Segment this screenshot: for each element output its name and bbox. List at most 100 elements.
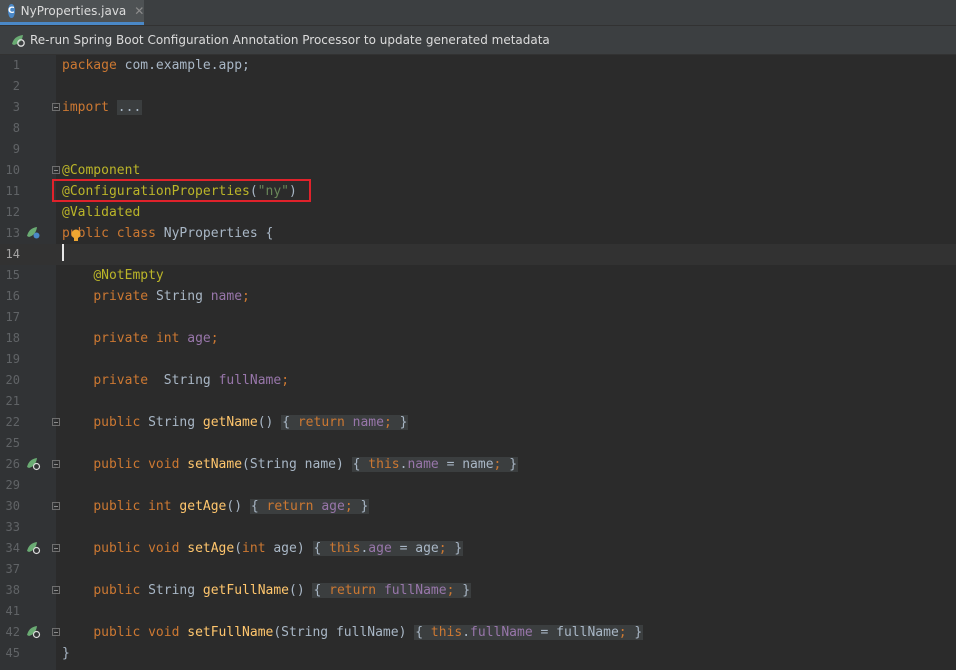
line-number: 20 — [5, 373, 20, 387]
line-number: 38 — [5, 583, 20, 597]
line-number: 2 — [12, 79, 20, 93]
folded-method-body[interactable]: { this.fullName = fullName; } — [414, 625, 644, 640]
code-line[interactable]: 20 private String fullName; — [0, 370, 956, 391]
code-text: public String getFullName() { return ful… — [93, 583, 472, 598]
code-text: public void setFullName(String fullName)… — [93, 625, 644, 640]
code-line[interactable]: 41 — [0, 601, 956, 622]
editor-tab-bar: C NyProperties.java ✕ — [0, 0, 956, 26]
code-line[interactable]: 15 @NotEmpty — [0, 265, 956, 286]
folded-method-body[interactable]: { this.age = age; } — [312, 541, 464, 556]
line-number: 41 — [5, 604, 20, 618]
line-number: 37 — [5, 562, 20, 576]
line-number: 12 — [5, 205, 20, 219]
line-number: 33 — [5, 520, 20, 534]
code-text: public class NyProperties { — [62, 226, 274, 241]
line-number: 17 — [5, 310, 20, 324]
banner-message[interactable]: Re-run Spring Boot Configuration Annotat… — [30, 33, 550, 47]
fold-toggle-icon[interactable] — [52, 544, 60, 552]
line-number: 22 — [5, 415, 20, 429]
line-number: 18 — [5, 331, 20, 345]
fold-toggle-icon[interactable] — [52, 103, 60, 111]
spring-run-icon[interactable] — [10, 33, 26, 47]
code-line[interactable]: 13 public class NyProperties { — [0, 223, 956, 244]
code-text: public String getName() { return name; } — [93, 415, 409, 430]
code-line[interactable]: 3 import ... — [0, 97, 956, 118]
fold-toggle-icon[interactable] — [52, 460, 60, 468]
spring-property-icon[interactable] — [26, 457, 42, 471]
close-icon[interactable]: ✕ — [134, 4, 144, 18]
folded-method-body[interactable]: { this.name = name; } — [351, 457, 519, 472]
code-line[interactable]: 18 private int age; — [0, 328, 956, 349]
line-number: 19 — [5, 352, 20, 366]
line-number: 1 — [12, 58, 20, 72]
folded-method-body[interactable]: { return name; } — [281, 415, 409, 430]
line-number: 25 — [5, 436, 20, 450]
fold-toggle-icon[interactable] — [52, 502, 60, 510]
line-number: 26 — [5, 457, 20, 471]
line-number: 16 — [5, 289, 20, 303]
fold-toggle-icon[interactable] — [52, 166, 60, 174]
code-line[interactable]: 19 — [0, 349, 956, 370]
lightbulb-icon[interactable] — [70, 229, 82, 243]
line-number: 9 — [12, 142, 20, 156]
line-number: 34 — [5, 541, 20, 555]
line-number: 8 — [12, 121, 20, 135]
spring-bean-icon[interactable] — [26, 226, 42, 240]
folded-method-body[interactable]: { return age; } — [249, 499, 370, 514]
line-number: 29 — [5, 478, 20, 492]
text-caret — [62, 244, 64, 261]
code-line[interactable]: 2 — [0, 76, 956, 97]
code-text: private int age; — [93, 331, 219, 346]
spring-property-icon[interactable] — [26, 541, 42, 555]
line-number: 45 — [5, 646, 20, 660]
code-text: package com.example.app; — [62, 58, 250, 73]
code-text: public void setName(String name) { this.… — [93, 457, 519, 472]
code-text: @NotEmpty — [93, 268, 164, 283]
code-line[interactable]: 25 — [0, 433, 956, 454]
code-line-current[interactable]: 14 — [0, 244, 956, 265]
code-line[interactable]: 38 public String getFullName() { return … — [0, 580, 956, 601]
code-line[interactable]: 21 — [0, 391, 956, 412]
tab-nyproperties[interactable]: C NyProperties.java ✕ — [0, 0, 144, 25]
code-line[interactable]: 26 public void setName(String name) { th… — [0, 454, 956, 475]
fold-toggle-icon[interactable] — [52, 586, 60, 594]
code-text: public int getAge() { return age; } — [93, 499, 370, 514]
code-line[interactable]: 34 public void setAge(int age) { this.ag… — [0, 538, 956, 559]
spring-property-icon[interactable] — [26, 625, 42, 639]
code-line[interactable]: 33 — [0, 517, 956, 538]
code-line[interactable]: 45 } — [0, 643, 956, 664]
line-number: 13 — [5, 226, 20, 240]
code-text: @Validated — [62, 205, 141, 220]
folded-method-body[interactable]: { return fullName; } — [312, 583, 472, 598]
code-line[interactable]: 17 — [0, 307, 956, 328]
line-number: 11 — [5, 184, 20, 198]
code-text: public void setAge(int age) { this.age =… — [93, 541, 464, 556]
line-number: 14 — [5, 247, 20, 261]
line-number: 30 — [5, 499, 20, 513]
code-line[interactable]: 9 — [0, 139, 956, 160]
code-line[interactable]: 37 — [0, 559, 956, 580]
code-line[interactable]: 12 @Validated — [0, 202, 956, 223]
line-number: 10 — [5, 163, 20, 177]
line-number: 21 — [5, 394, 20, 408]
code-line[interactable]: 29 — [0, 475, 956, 496]
code-line[interactable]: 10 @Component — [0, 160, 956, 181]
fold-toggle-icon[interactable] — [52, 418, 60, 426]
code-line[interactable]: 30 public int getAge() { return age; } — [0, 496, 956, 517]
java-class-icon: C — [8, 4, 15, 18]
code-line[interactable]: 8 — [0, 118, 956, 139]
line-number: 3 — [12, 100, 20, 114]
line-number: 42 — [5, 625, 20, 639]
line-number: 15 — [5, 268, 20, 282]
code-line[interactable]: 42 public void setFullName(String fullNa… — [0, 622, 956, 643]
code-text: @Component — [62, 163, 141, 178]
code-line[interactable]: 16 private String name; — [0, 286, 956, 307]
folded-imports[interactable]: ... — [116, 100, 143, 115]
code-text: } — [62, 646, 70, 661]
code-line[interactable]: 1 package com.example.app; — [0, 55, 956, 76]
fold-toggle-icon[interactable] — [52, 628, 60, 636]
code-line[interactable]: 22 public String getName() { return name… — [0, 412, 956, 433]
tab-label: NyProperties.java — [20, 4, 127, 18]
notification-banner: Re-run Spring Boot Configuration Annotat… — [0, 26, 956, 55]
code-text: private String name; — [93, 289, 250, 304]
